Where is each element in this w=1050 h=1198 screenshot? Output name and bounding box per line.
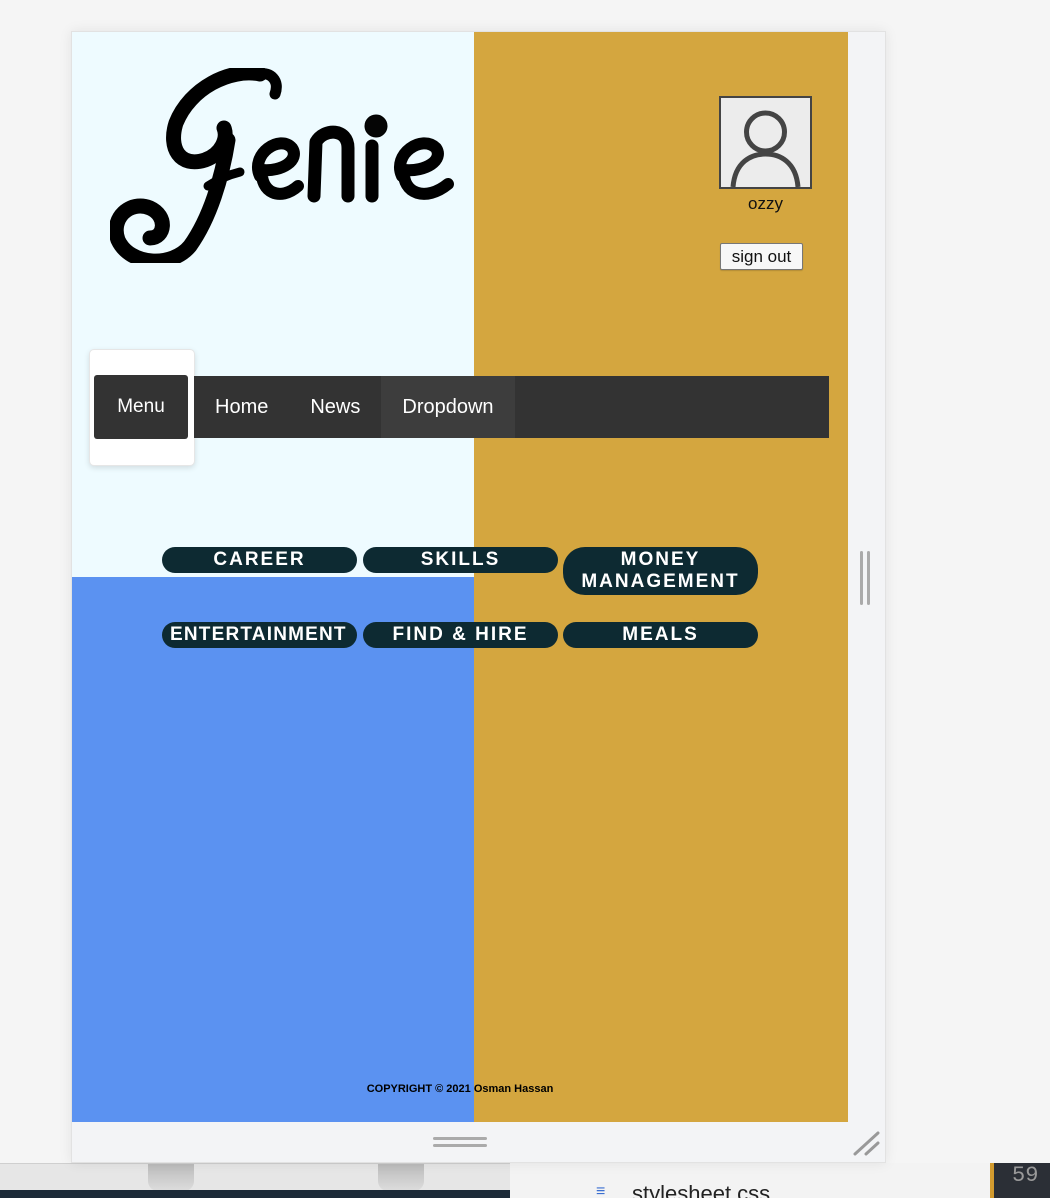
category-find-hire-button[interactable]: FIND & HIRE: [363, 622, 558, 648]
background-dark-band: [0, 1190, 510, 1198]
category-meals-button[interactable]: MEALS: [563, 622, 758, 648]
category-money-management-button[interactable]: MONEY MANAGEMENT: [563, 547, 758, 595]
page-viewport: ozzy sign out Menu Home News Dropdown CA…: [72, 32, 848, 1122]
category-career-button[interactable]: CAREER: [162, 547, 357, 573]
background-photo: [0, 1163, 510, 1191]
resize-corner-icon[interactable]: [852, 1130, 880, 1156]
username-label: ozzy: [748, 194, 783, 213]
css-file-icon: ≡: [596, 1183, 606, 1198]
user-avatar[interactable]: [719, 96, 812, 189]
footer-copyright: COPYRIGHT © 2021 Osman Hassan: [366, 1083, 554, 1095]
photo-post-right: [378, 1164, 424, 1191]
top-navbar: Home News Dropdown: [194, 376, 829, 438]
category-skills-button[interactable]: SKILLS: [363, 547, 558, 573]
menu-button[interactable]: Menu: [94, 375, 188, 439]
background-editor-file-tree: ≡ stylesheet.css: [510, 1163, 990, 1198]
nav-item-news[interactable]: News: [289, 376, 381, 438]
editor-line-number: 59: [1012, 1163, 1039, 1188]
genie-logo[interactable]: [110, 68, 455, 263]
background-bottom-left: [72, 577, 474, 1122]
resize-handle-bottom[interactable]: [433, 1136, 487, 1150]
nav-item-dropdown[interactable]: Dropdown: [381, 376, 515, 438]
category-entertainment-button[interactable]: ENTERTAINMENT: [162, 622, 357, 648]
user-icon: [730, 110, 801, 188]
nav-item-home[interactable]: Home: [194, 376, 289, 438]
resize-handle-right[interactable]: [859, 551, 873, 605]
editor-file-name[interactable]: stylesheet.css: [632, 1181, 770, 1198]
editor-line-gutter: 59: [990, 1163, 1050, 1198]
sign-out-button[interactable]: sign out: [720, 243, 803, 270]
photo-post-left: [148, 1164, 194, 1191]
